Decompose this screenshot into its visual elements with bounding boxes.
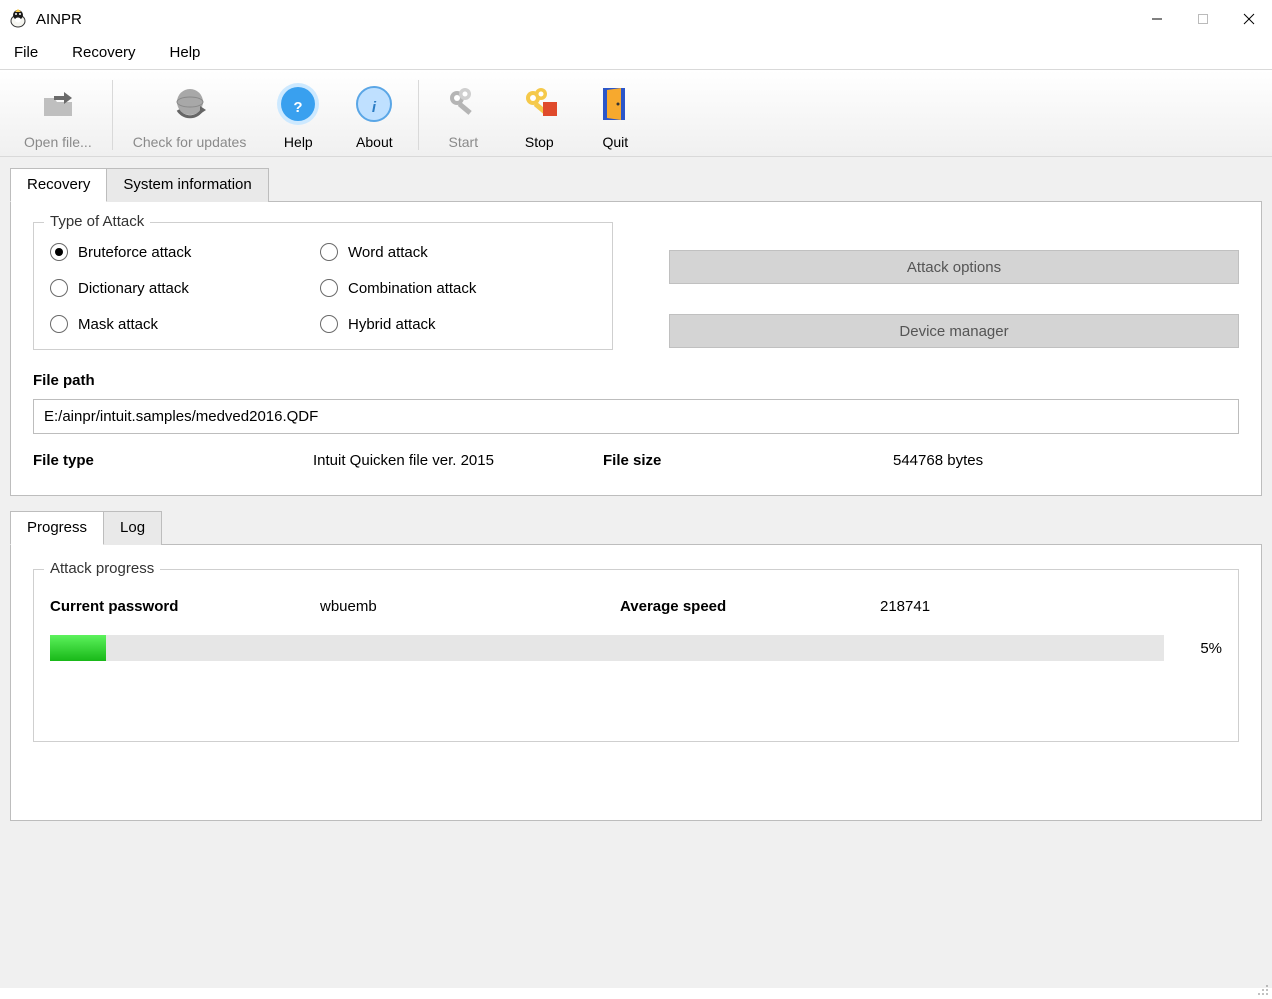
- start-button[interactable]: Start: [425, 80, 501, 150]
- current-password-value: wbuemb: [320, 598, 620, 615]
- file-path-input[interactable]: [33, 399, 1239, 434]
- check-updates-label: Check for updates: [133, 134, 247, 150]
- file-size-label: File size: [603, 452, 893, 469]
- radio-label: Bruteforce attack: [78, 244, 191, 261]
- radio-dictionary[interactable]: Dictionary attack: [50, 279, 320, 297]
- radio-label: Hybrid attack: [348, 316, 436, 333]
- toolbar: Open file... Check for updates ? Help: [0, 70, 1272, 157]
- svg-text:?: ?: [294, 99, 303, 116]
- stop-label: Stop: [525, 134, 554, 150]
- tab-progress[interactable]: Progress: [10, 511, 104, 545]
- window-title: AINPR: [36, 11, 1134, 28]
- menu-help[interactable]: Help: [166, 42, 205, 63]
- menu-file[interactable]: File: [10, 42, 42, 63]
- globe-refresh-icon: [166, 80, 214, 128]
- keys-stop-icon: [515, 80, 563, 128]
- current-password-label: Current password: [50, 598, 320, 615]
- radio-label: Mask attack: [78, 316, 158, 333]
- radio-mask[interactable]: Mask attack: [50, 315, 320, 333]
- upper-tabbar: Recovery System information: [10, 167, 1262, 201]
- about-label: About: [356, 134, 393, 150]
- tab-log[interactable]: Log: [103, 511, 162, 545]
- radio-icon: [320, 279, 338, 297]
- open-file-button[interactable]: Open file...: [10, 80, 106, 150]
- file-type-value: Intuit Quicken file ver. 2015: [313, 452, 603, 469]
- attack-type-fieldset: Type of Attack Bruteforce attack Word at…: [33, 222, 613, 350]
- info-icon: i: [350, 80, 398, 128]
- attack-options-button[interactable]: Attack options: [669, 250, 1239, 284]
- help-label: Help: [284, 134, 313, 150]
- help-button[interactable]: ? Help: [260, 80, 336, 150]
- radio-icon: [50, 315, 68, 333]
- radio-word[interactable]: Word attack: [320, 243, 590, 261]
- radio-hybrid[interactable]: Hybrid attack: [320, 315, 590, 333]
- stop-button[interactable]: Stop: [501, 80, 577, 150]
- file-type-label: File type: [33, 452, 313, 469]
- open-file-label: Open file...: [24, 134, 92, 150]
- tab-system-information[interactable]: System information: [106, 168, 268, 202]
- maximize-button[interactable]: [1180, 0, 1226, 38]
- quit-button[interactable]: Quit: [577, 80, 653, 150]
- recovery-panel: Type of Attack Bruteforce attack Word at…: [10, 201, 1262, 496]
- attack-progress-fieldset: Attack progress Current password wbuemb …: [33, 569, 1239, 742]
- tab-recovery[interactable]: Recovery: [10, 168, 107, 202]
- average-speed-value: 218741: [880, 598, 930, 615]
- folder-open-icon: [34, 80, 82, 128]
- radio-label: Word attack: [348, 244, 428, 261]
- exit-door-icon: [591, 80, 639, 128]
- menu-recovery[interactable]: Recovery: [68, 42, 139, 63]
- progress-bar: [50, 635, 1164, 661]
- radio-icon: [50, 279, 68, 297]
- radio-icon: [50, 243, 68, 261]
- about-button[interactable]: i About: [336, 80, 412, 150]
- file-path-label: File path: [33, 372, 1239, 389]
- progress-percent: 5%: [1182, 640, 1222, 657]
- device-manager-button[interactable]: Device manager: [669, 314, 1239, 348]
- attack-progress-legend: Attack progress: [44, 560, 160, 577]
- file-size-value: 544768 bytes: [893, 452, 983, 469]
- start-label: Start: [449, 134, 479, 150]
- toolbar-separator: [112, 80, 113, 150]
- check-updates-button[interactable]: Check for updates: [119, 80, 261, 150]
- title-bar: AINPR: [0, 0, 1272, 38]
- attack-type-legend: Type of Attack: [44, 213, 150, 230]
- keys-start-icon: [439, 80, 487, 128]
- average-speed-label: Average speed: [620, 598, 880, 615]
- radio-icon: [320, 315, 338, 333]
- radio-label: Dictionary attack: [78, 280, 189, 297]
- app-icon: [8, 9, 28, 29]
- help-icon: ?: [274, 80, 322, 128]
- progress-panel: Attack progress Current password wbuemb …: [10, 544, 1262, 821]
- radio-icon: [320, 243, 338, 261]
- minimize-button[interactable]: [1134, 0, 1180, 38]
- lower-tabbar: Progress Log: [10, 510, 1262, 544]
- progress-bar-fill: [50, 635, 106, 661]
- close-button[interactable]: [1226, 0, 1272, 38]
- radio-bruteforce[interactable]: Bruteforce attack: [50, 243, 320, 261]
- radio-combination[interactable]: Combination attack: [320, 279, 590, 297]
- toolbar-separator: [418, 80, 419, 150]
- resize-grip[interactable]: [1254, 981, 1268, 995]
- quit-label: Quit: [602, 134, 628, 150]
- radio-label: Combination attack: [348, 280, 476, 297]
- menu-bar: File Recovery Help: [0, 38, 1272, 70]
